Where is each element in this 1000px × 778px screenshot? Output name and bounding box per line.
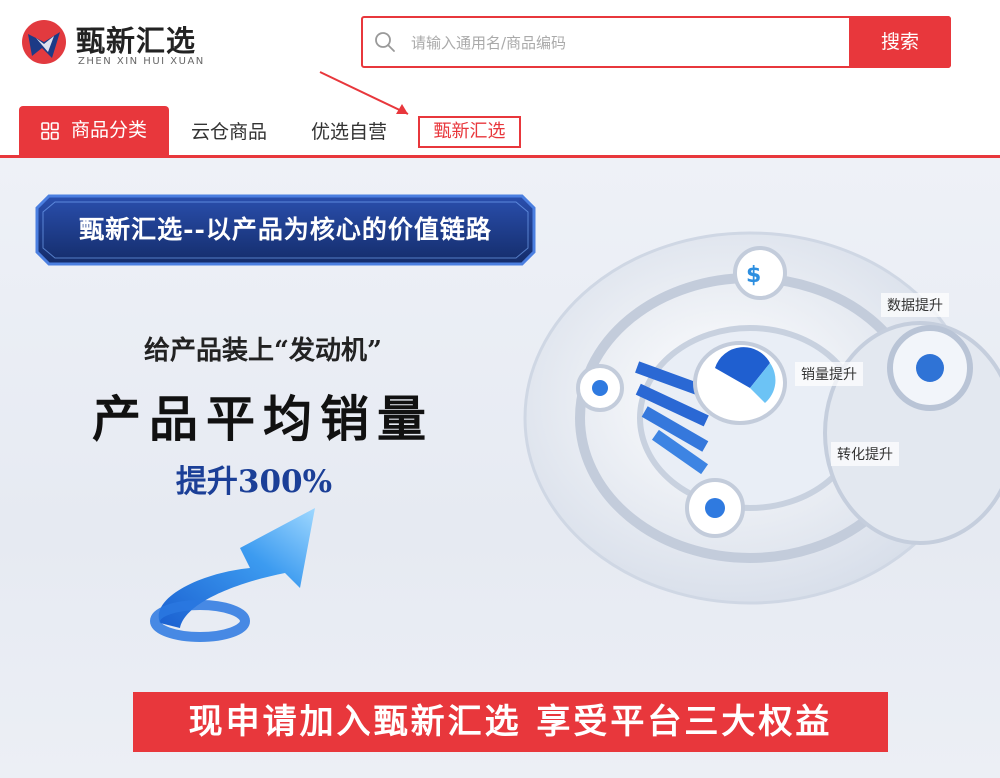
search-button[interactable]: 搜索 <box>849 16 951 68</box>
header: 甄新汇选 ZHEN XIN HUI XUAN 搜索 <box>0 0 1000 115</box>
engine-illustration: $ <box>523 231 1000 605</box>
logo-subtext: ZHEN XIN HUI XUAN <box>78 56 205 67</box>
callout-sales-lift: 销量提升 <box>795 362 863 386</box>
growth-arrow-icon <box>150 508 315 642</box>
category-nav: 商品分类 云仓商品 优选自营 甄新汇选 <box>0 106 1000 158</box>
logo-text: 甄新汇选 <box>76 24 197 58</box>
search-bar: 搜索 <box>361 16 951 68</box>
logo-mark-icon <box>22 20 66 64</box>
callout-data-lift: 数据提升 <box>881 293 949 317</box>
apply-join-banner-button[interactable]: 现申请加入甄新汇选 享受平台三大权益 <box>133 692 888 752</box>
banner-boost: 提升300% <box>175 464 333 500</box>
svg-text:$: $ <box>746 263 761 288</box>
search-input[interactable] <box>409 26 843 60</box>
tab-zhenxin-huixuan[interactable]: 甄新汇选 <box>418 116 521 148</box>
logo[interactable]: 甄新汇选 ZHEN XIN HUI XUAN <box>18 12 208 72</box>
tab-product-category[interactable]: 商品分类 <box>19 106 169 155</box>
callout-conversion-lift: 转化提升 <box>831 442 899 466</box>
banner-subtitle: 给产品装上“发动机” <box>144 336 382 366</box>
grid-icon <box>41 122 59 140</box>
tab-self-operated[interactable]: 优选自营 <box>311 106 387 155</box>
banner-title: 甄新汇选--以产品为核心的价值链路 <box>79 215 492 244</box>
promo-banner[interactable]: 甄新汇选--以产品为核心的价值链路 给产品装上“发动机” 产品平均销量 提升30… <box>0 158 1000 778</box>
banner-headline: 产品平均销量 <box>91 390 434 448</box>
tab-label: 商品分类 <box>71 119 148 141</box>
search-icon <box>375 32 395 52</box>
tab-cloud-warehouse[interactable]: 云仓商品 <box>191 106 267 155</box>
